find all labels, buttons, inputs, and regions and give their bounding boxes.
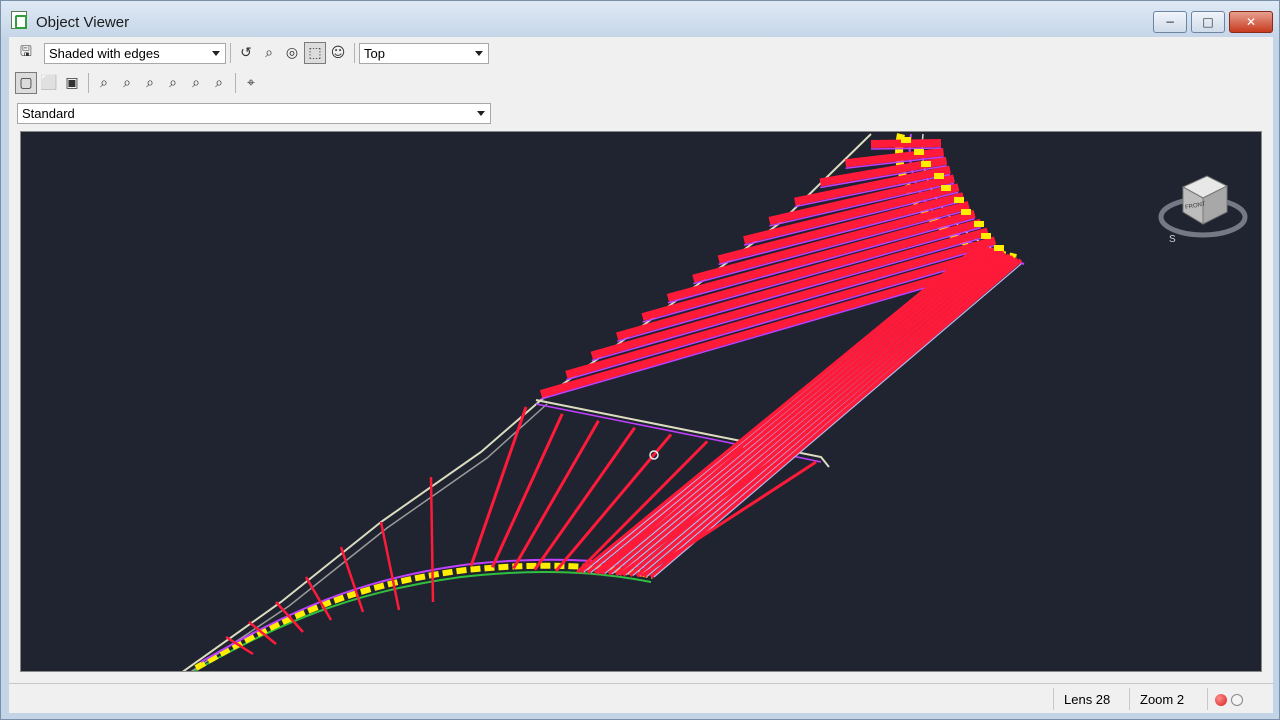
zoom-extents-icon[interactable]: ⌕: [139, 72, 161, 94]
app-icon: [11, 11, 27, 29]
object-viewer-window: Object Viewer − □ ✕ 🖫 Shaded with edges …: [0, 0, 1280, 720]
crosshair-icon[interactable]: ⌖: [240, 72, 262, 94]
3d-viewport[interactable]: FRONT S: [20, 131, 1262, 672]
view-3d-icon[interactable]: ▣: [61, 72, 83, 94]
orbit-icon[interactable]: ↺: [235, 42, 257, 64]
pan-icon[interactable]: ◎: [281, 42, 303, 64]
status-bar: Lens 28 Zoom 2: [9, 683, 1273, 713]
minimize-button[interactable]: −: [1153, 11, 1187, 33]
view-front-icon[interactable]: ▢: [15, 72, 37, 94]
save-icon[interactable]: 🖫: [15, 42, 37, 64]
client-area: 🖫 Shaded with edges ↺ ⌕ ◎ ⬚ ☺ Top ▢ ⬜ ▣ …: [9, 37, 1273, 713]
zoom-out-icon[interactable]: ⌕: [116, 72, 138, 94]
maximize-icon: □: [1202, 15, 1214, 29]
viewcube[interactable]: FRONT S: [1158, 175, 1248, 245]
zoom-previous-icon[interactable]: ⌕: [185, 72, 207, 94]
toolbar-separator: [88, 73, 89, 93]
toolbar-separator: [354, 43, 355, 63]
record-indicator-icon[interactable]: [1215, 694, 1227, 706]
window-title: Object Viewer: [36, 14, 130, 31]
toolbar-row-1: 🖫 Shaded with edges ↺ ⌕ ◎ ⬚ ☺ Top: [9, 39, 489, 67]
status-zoom[interactable]: Zoom 2: [1140, 692, 1184, 707]
visual-style-value: Shaded with edges: [49, 45, 160, 61]
maximize-button[interactable]: □: [1191, 11, 1225, 33]
view-select[interactable]: Top: [359, 42, 489, 64]
view-iso-icon[interactable]: ⬜: [38, 72, 60, 94]
view-value: Top: [364, 45, 385, 61]
toolbar-separator: [230, 43, 231, 63]
zoom-in-icon[interactable]: ⌕: [93, 72, 115, 94]
chevron-down-icon: [212, 50, 220, 56]
toolbar-separator: [235, 73, 236, 93]
title-bar[interactable]: Object Viewer − □ ✕: [1, 1, 1279, 37]
chevron-down-icon: [477, 111, 485, 116]
zoom-all-icon[interactable]: ⌕: [162, 72, 184, 94]
status-separator: [1207, 688, 1208, 710]
status-separator: [1053, 688, 1054, 710]
zoom-realtime-icon[interactable]: ⌕: [208, 72, 230, 94]
stop-indicator-icon[interactable]: [1231, 694, 1243, 706]
chevron-down-icon: [475, 50, 483, 56]
minimize-icon: −: [1164, 15, 1176, 29]
style-select[interactable]: Standard: [17, 103, 491, 124]
viewcube-layer: FRONT S: [1158, 175, 1248, 245]
status-lens[interactable]: Lens 28: [1064, 692, 1110, 707]
visual-style-select[interactable]: Shaded with edges: [44, 42, 226, 64]
toolbar-row-2: ▢ ⬜ ▣ ⌕ ⌕ ⌕ ⌕ ⌕ ⌕ ⌖: [9, 69, 263, 97]
style-value: Standard: [22, 106, 75, 121]
close-icon: ✕: [1245, 15, 1257, 29]
zoom-window-icon[interactable]: ⬚: [304, 42, 326, 64]
zoom-icon[interactable]: ⌕: [258, 42, 280, 64]
close-button[interactable]: ✕: [1229, 11, 1273, 33]
compass-label: S: [1169, 234, 1176, 245]
status-separator: [1129, 688, 1130, 710]
camera-icon[interactable]: ☺: [327, 42, 349, 64]
